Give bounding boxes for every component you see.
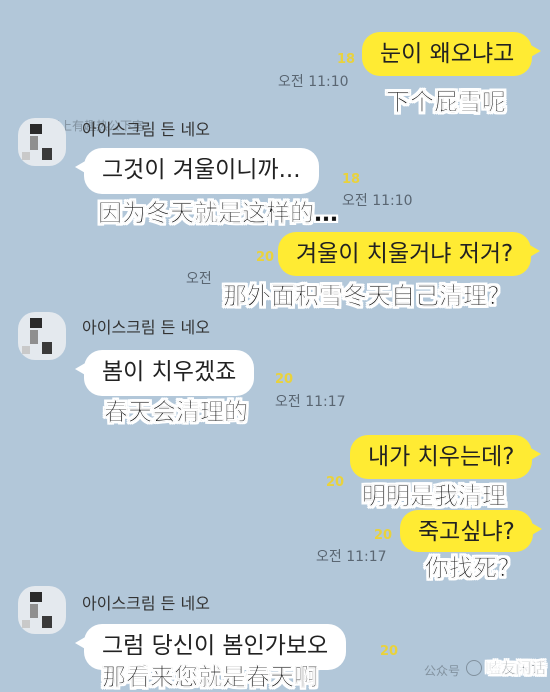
unread-count: 20	[380, 644, 399, 659]
chat-bubble-incoming[interactable]: 그것이 겨울이니까...	[75, 148, 319, 194]
caption-subtitle: 那外面积雪冬天自己清理？	[223, 282, 511, 310]
caption-subtitle: 春天会清理的	[104, 398, 248, 426]
chat-bubble-outgoing[interactable]: 겨울이 치울거냐 저거?	[278, 232, 541, 276]
message-time: 오전 11:17	[275, 394, 346, 410]
message-time: 오전 11:10	[278, 74, 349, 90]
message-text: 눈이 왜오냐고	[380, 41, 515, 67]
unread-count: 18	[337, 52, 356, 67]
unread-count: 20	[326, 475, 345, 490]
caption-subtitle: 明明是我清理	[362, 482, 506, 510]
chat-bubble-outgoing[interactable]: 내가 치우는데?	[350, 435, 542, 479]
message-time: 오전	[186, 271, 212, 287]
caption-subtitle: 你找死？	[425, 554, 521, 582]
message-text: 봄이 치우겠죠	[102, 359, 237, 385]
unread-count: 20	[256, 250, 275, 265]
avatar[interactable]	[18, 312, 66, 360]
watermark-logo	[466, 660, 482, 676]
message-text: 내가 치우는데?	[368, 444, 515, 470]
message-text: 그것이 겨울이니까...	[102, 157, 301, 183]
chat-bubble-incoming[interactable]: 봄이 치우겠죠	[74, 350, 255, 396]
unread-count: 18	[342, 172, 361, 187]
sender-name: 아이스크림 든 네오	[82, 318, 210, 337]
watermark-brand: 嗑友闲话	[486, 659, 547, 677]
message-text: 죽고싶냐?	[418, 519, 515, 545]
message-time: 오전 11:10	[342, 193, 413, 209]
unread-count: 20	[374, 528, 393, 543]
caption-subtitle: 因为冬天就是这样的…	[98, 199, 338, 227]
caption-subtitle: 那看来您就是春天啊	[102, 663, 318, 691]
watermark-text: 公众号	[424, 664, 461, 678]
caption-subtitle: 下个屁雪呢	[386, 88, 506, 116]
message-text: 겨울이 치울거냐 저거?	[296, 241, 514, 267]
unread-count: 20	[275, 372, 294, 387]
message-text: 그럼 당신이 봄인가보오	[102, 633, 329, 659]
avatar[interactable]	[18, 586, 66, 634]
sender-name: 아이스크림 든 네오	[82, 120, 210, 139]
chat-bubble-outgoing[interactable]: 죽고싶냐?	[400, 510, 542, 552]
sender-name: 아이스크림 든 네오	[82, 594, 210, 613]
chat-bubble-outgoing[interactable]: 눈이 왜오냐고	[362, 32, 542, 76]
avatar[interactable]	[18, 118, 66, 166]
message-time: 오전 11:17	[316, 549, 387, 565]
